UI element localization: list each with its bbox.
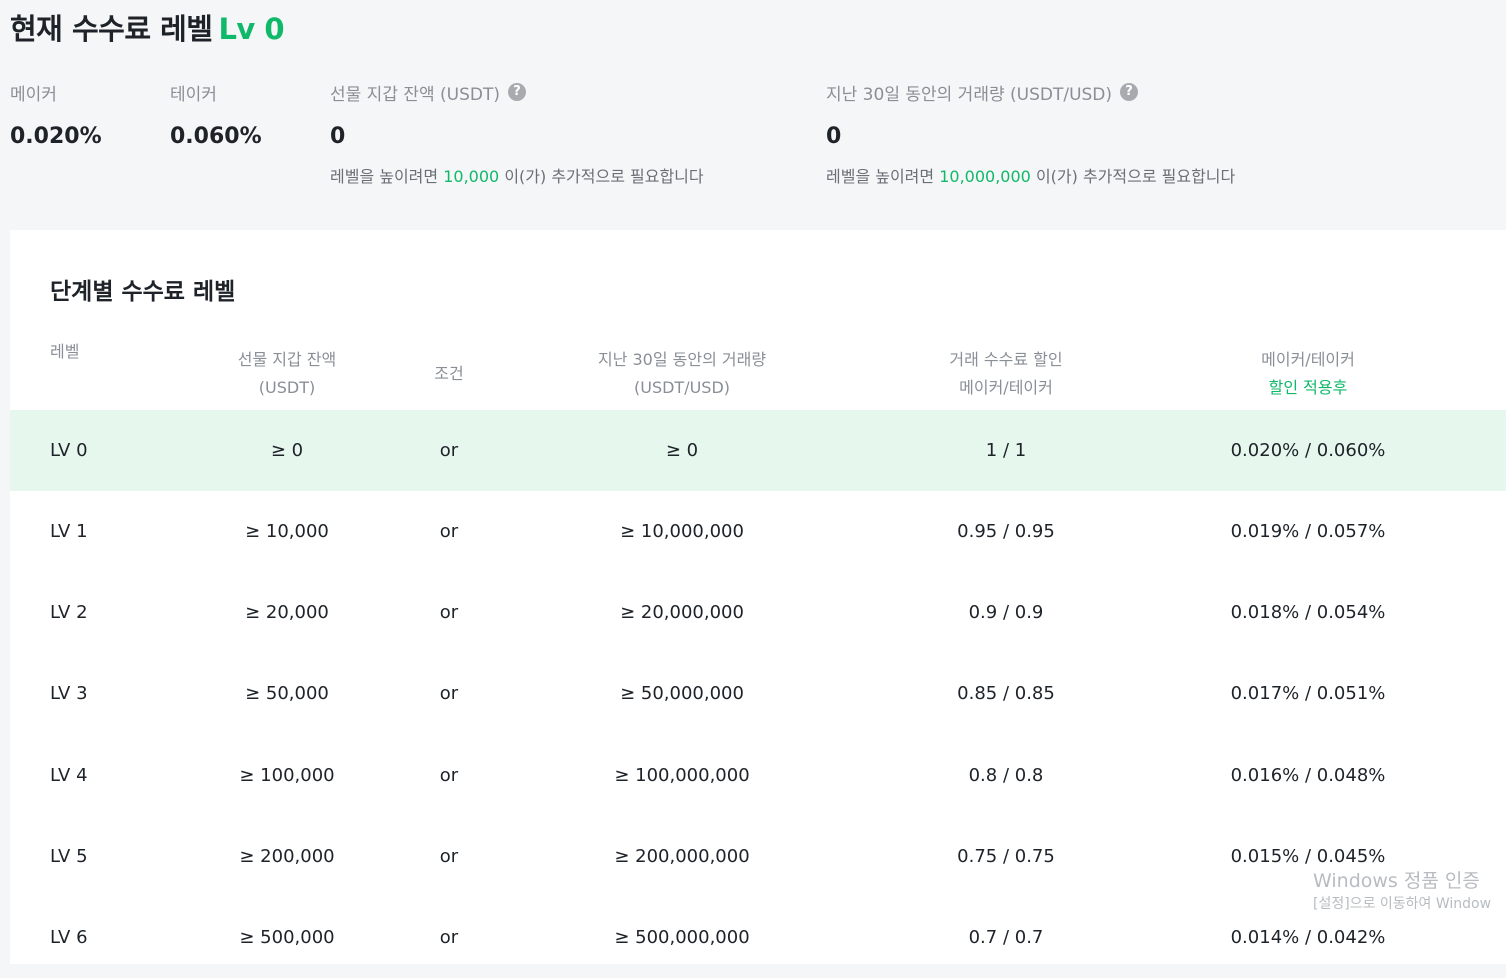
maker-value: 0.020% [10,124,102,149]
help-icon[interactable]: ? [508,83,527,101]
taker-stat: 테이커 0.060% [170,80,262,150]
maker-stat: 메이커 0.020% [10,80,102,150]
maker-label: 메이커 [10,84,57,105]
taker-value: 0.060% [170,124,262,149]
header-volume: 지난 30일 동안의 거래량 (USDT/USD) [597,350,767,397]
header-fee: 메이커/테이커 할인 적용후 [1261,350,1355,397]
table-row: LV 3 ≥ 50,000 or ≥ 50,000,000 0.85 / 0.8… [50,683,1386,704]
table-row: LV 6 ≥ 500,000 or ≥ 500,000,000 0.7 / 0.… [50,927,1386,948]
volume-label: 지난 30일 동안의 거래량 (USDT/USD) [826,84,1113,105]
current-level: Lv 0 [218,12,285,46]
taker-label: 테이커 [170,84,217,105]
fee-level-card: 단계별 수수료 레벨 레벨 선물 지갑 잔액 (USDT) 조건 지난 30일 동… [10,230,1506,964]
volume-needed-amount: 10,000,000 [939,167,1031,186]
table-row: LV 0 ≥ 0 or ≥ 0 1 / 1 0.020% / 0.060% [10,410,1506,491]
table-row: LV 4 ≥ 100,000 or ≥ 100,000,000 0.8 / 0.… [50,765,1386,786]
header-condition: 조건 [434,364,464,383]
help-icon[interactable]: ? [1120,83,1139,101]
balance-needed-amount: 10,000 [443,167,500,186]
balance-label: 선물 지갑 잔액 (USDT) [330,84,501,105]
table-row: LV 1 ≥ 10,000 or ≥ 10,000,000 0.95 / 0.9… [50,521,1386,542]
header-level: 레벨 [50,342,80,361]
volume-note: 레벨을 높이려면 10,000,000 이(가) 추가적으로 필요합니다 [826,167,1236,186]
balance-value: 0 [330,124,346,149]
fee-table-title: 단계별 수수료 레벨 [50,279,236,305]
fee-table-header: 레벨 선물 지갑 잔액 (USDT) 조건 지난 30일 동안의 거래량 (USDT… [10,338,1506,410]
header-balance: 선물 지갑 잔액 (USDT) [237,350,337,397]
windows-activation-watermark: Windows 정품 인증 [설정]으로 이동하여 Window [1313,870,1492,912]
balance-note: 레벨을 높이려면 10,000 이(가) 추가적으로 필요합니다 [330,167,704,186]
page-title-text: 현재 수수료 레벨 [10,12,213,46]
header-discount: 거래 수수료 할인 메이커/테이커 [949,350,1063,397]
table-row: LV 2 ≥ 20,000 or ≥ 20,000,000 0.9 / 0.9 … [50,602,1386,623]
page-title: 현재 수수료 레벨 Lv 0 [10,6,285,48]
volume-stat: 지난 30일 동안의 거래량 (USDT/USD) ? 0 레벨을 높이려면 1… [826,80,1235,187]
table-row: LV 5 ≥ 200,000 or ≥ 200,000,000 0.75 / 0… [50,846,1386,867]
balance-stat: 선물 지갑 잔액 (USDT) ? 0 레벨을 높이려면 10,000 이(가)… [330,80,704,187]
volume-value: 0 [826,124,842,149]
